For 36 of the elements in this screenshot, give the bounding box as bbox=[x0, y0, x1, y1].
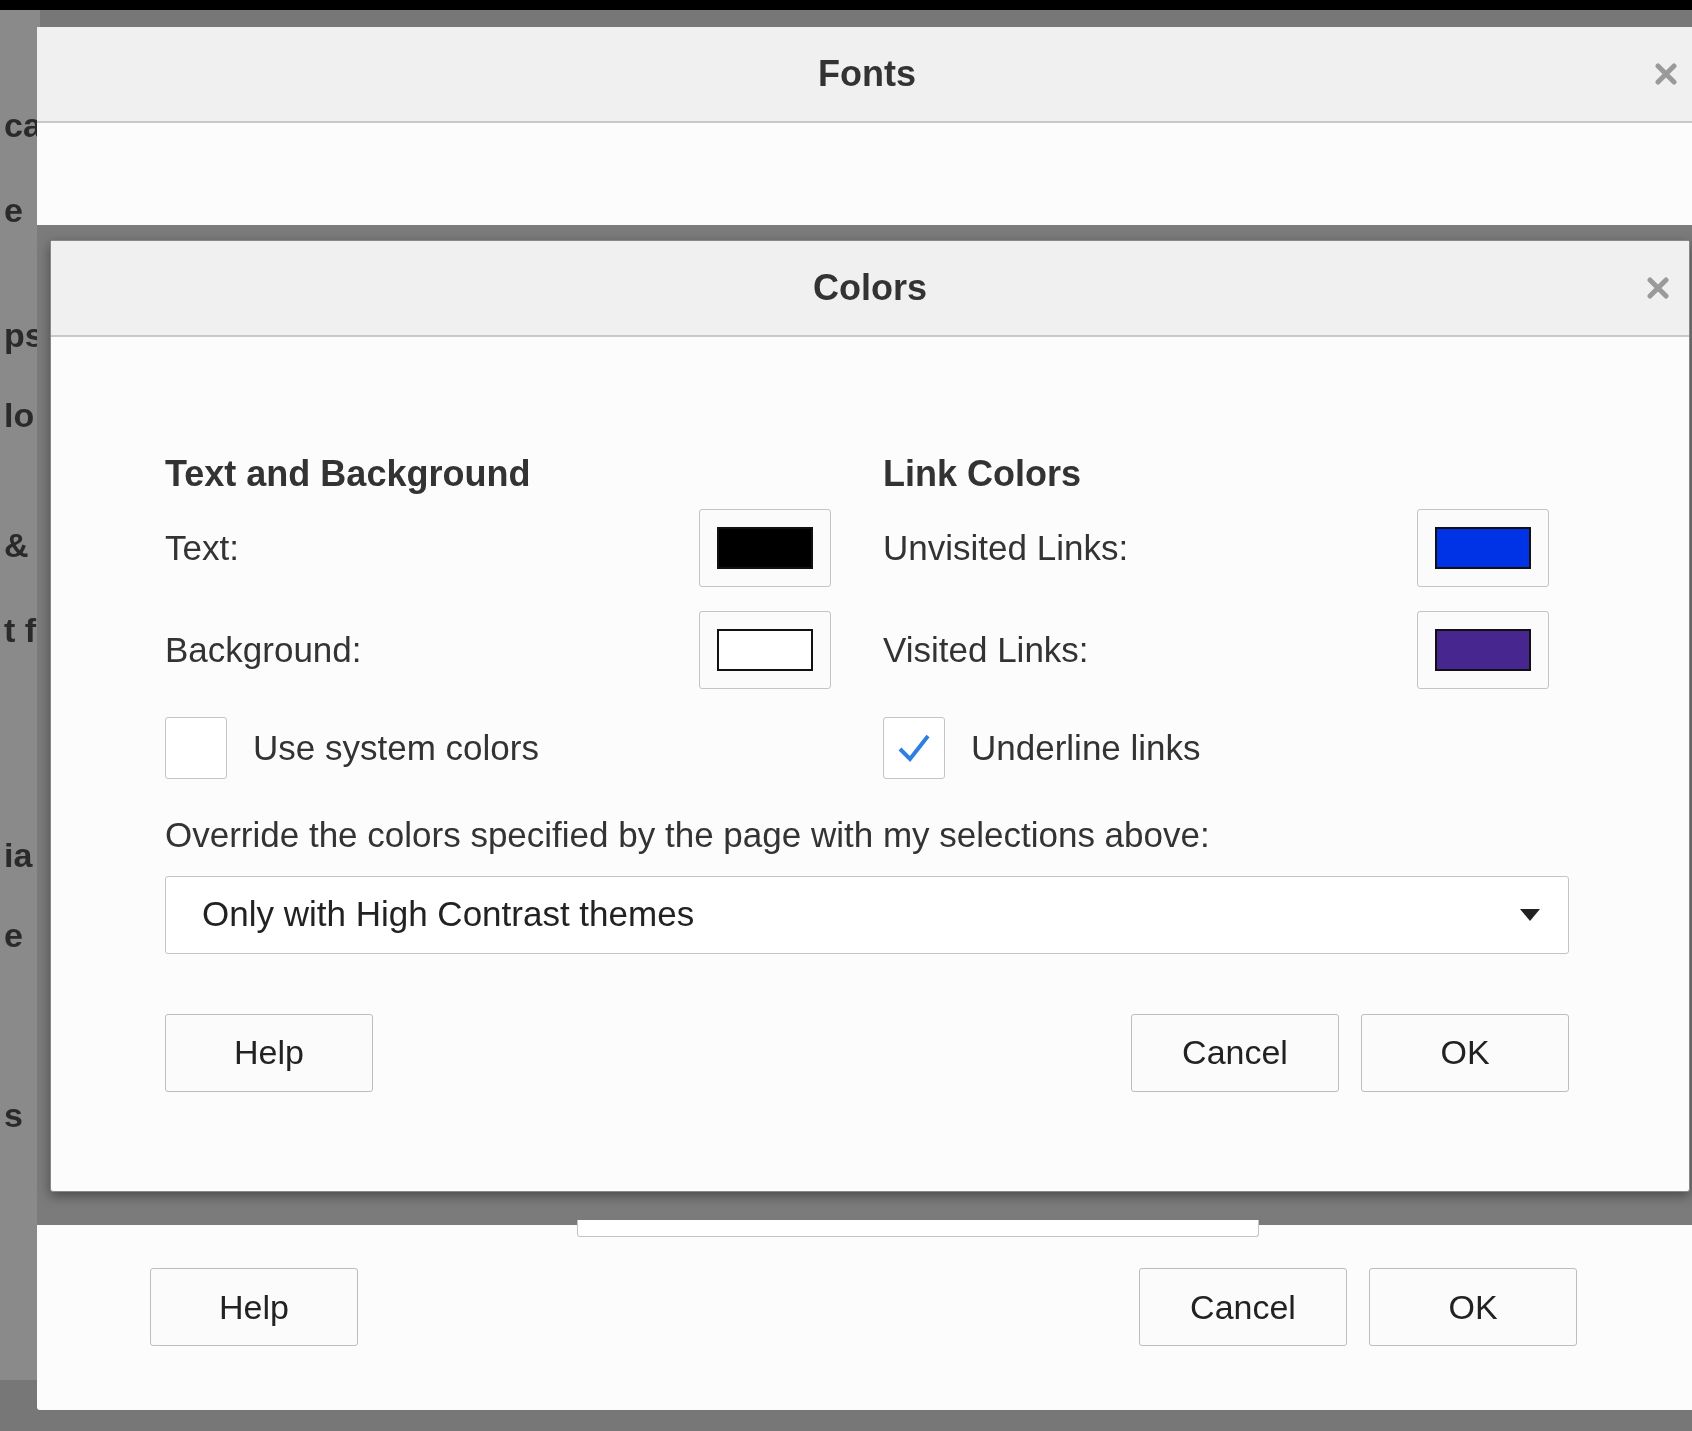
background-text: e bbox=[4, 915, 23, 956]
checkbox[interactable] bbox=[883, 717, 945, 779]
dialog-button[interactable]: Help bbox=[165, 1013, 373, 1092]
close-icon[interactable] bbox=[1655, 63, 1677, 85]
section-heading: Link Colors bbox=[883, 452, 1083, 496]
background-text: lo bbox=[4, 395, 35, 436]
background-text: s bbox=[4, 1095, 23, 1136]
checkmark-icon bbox=[897, 733, 931, 763]
dropdown[interactable]: Only with High Contrast themes bbox=[165, 875, 1569, 954]
swatch-label: Text: bbox=[165, 526, 239, 569]
override-label: Override the colors specified by the page with my selections above: bbox=[165, 814, 1211, 856]
dialog-button[interactable]: Cancel bbox=[1139, 1268, 1347, 1346]
dialog-title: Colors bbox=[813, 266, 927, 310]
background-text: e bbox=[4, 190, 23, 231]
color-picker-button[interactable] bbox=[1417, 611, 1549, 689]
dialog-button[interactable]: OK bbox=[1369, 1268, 1577, 1346]
dialog-title: Fonts bbox=[818, 52, 916, 96]
color-picker-button[interactable] bbox=[1417, 509, 1549, 587]
swatch-label: Unvisited Links: bbox=[883, 526, 1129, 569]
dialog-button[interactable]: OK bbox=[1361, 1013, 1569, 1092]
dialog-button[interactable]: Help bbox=[150, 1268, 358, 1346]
checkbox-label: Underline links bbox=[971, 726, 1201, 769]
checkbox-label: Use system colors bbox=[253, 726, 539, 769]
caret-icon bbox=[1520, 908, 1540, 921]
text-field[interactable] bbox=[577, 1220, 1259, 1237]
dialog-button[interactable]: Cancel bbox=[1131, 1013, 1339, 1092]
color-picker-button[interactable] bbox=[699, 611, 831, 689]
section-heading: Text and Background bbox=[165, 452, 532, 496]
background-text: t f bbox=[4, 610, 37, 651]
close-icon[interactable] bbox=[1647, 277, 1669, 299]
swatch-label: Visited Links: bbox=[883, 628, 1089, 671]
background-text: & bbox=[4, 525, 29, 566]
background-text: ia bbox=[4, 835, 33, 876]
color-picker-button[interactable] bbox=[699, 509, 831, 587]
checkbox[interactable] bbox=[165, 717, 227, 779]
swatch-label: Background: bbox=[165, 628, 362, 671]
